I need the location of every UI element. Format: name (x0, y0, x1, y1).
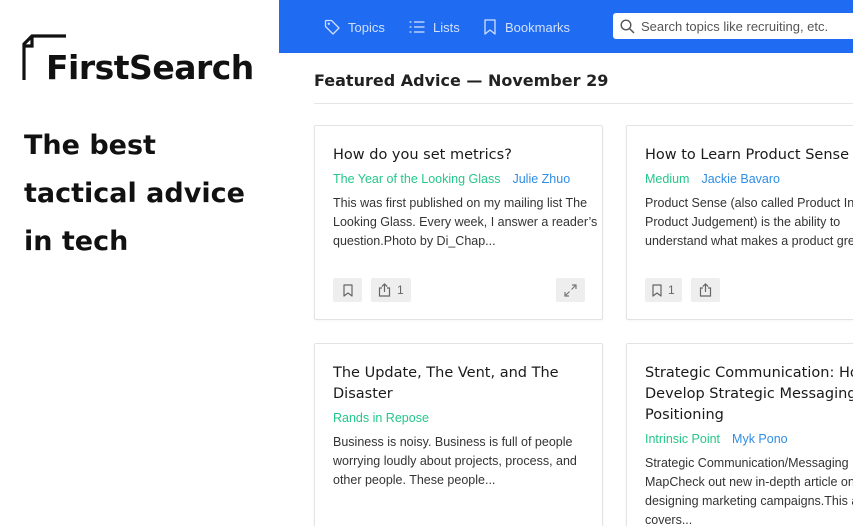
divider (314, 103, 853, 104)
bookmark-count: 1 (668, 283, 675, 297)
excerpt-line: understand what makes a product gre... (645, 234, 853, 248)
advice-card[interactable]: The Update, The Vent, and The Disaster R… (314, 343, 603, 526)
card-actions: 1 (333, 278, 420, 302)
excerpt-line: designing marketing campaigns.This ar (645, 494, 853, 508)
tagline-line: The best (24, 130, 156, 161)
card-title-line: Strategic Communication: How (645, 365, 853, 381)
search-icon (620, 18, 635, 34)
excerpt-line: other people. These people... (333, 473, 496, 487)
card-meta: The Year of the Looking Glass Julie Zhuo (333, 172, 602, 186)
card-title-line: Positioning (645, 407, 724, 423)
excerpt-line: MapCheck out new in-depth article on (645, 475, 853, 489)
excerpt-line: Strategic Communication/Messaging (645, 456, 849, 470)
tagline: The best tactical advice in tech (24, 122, 264, 266)
expand-button[interactable] (556, 278, 585, 302)
card-actions: 1 (645, 278, 729, 302)
excerpt-line: Product Sense (also called Product Intu (645, 196, 853, 210)
nav-bookmarks-label: Bookmarks (505, 19, 571, 35)
tagline-line: in tech (24, 226, 129, 257)
card-meta: Intrinsic Point Myk Pono (645, 432, 853, 446)
nav-bookmarks[interactable]: Bookmarks (483, 17, 570, 37)
excerpt-line: This was first published on my mailing l… (333, 196, 588, 210)
advice-card[interactable]: How do you set metrics? The Year of the … (314, 125, 603, 320)
search-box[interactable] (613, 13, 853, 39)
card-source-link[interactable]: The Year of the Looking Glass (333, 172, 500, 186)
bookmark-icon (652, 283, 662, 297)
excerpt-line: Looking Glass. Every week, I answer a re… (333, 215, 598, 229)
tag-icon (324, 19, 340, 35)
bookmark-icon (342, 283, 353, 297)
card-title[interactable]: Strategic Communication: How Develop Str… (645, 363, 853, 426)
share-count: 1 (397, 283, 404, 297)
excerpt-line: Product Judgement) is the ability to (645, 215, 841, 229)
card-meta: Medium Jackie Bavaro (645, 172, 853, 186)
card-excerpt: Strategic Communication/Messaging MapChe… (645, 454, 853, 526)
bookmark-icon (484, 19, 496, 35)
nav-lists-label: Lists (433, 19, 460, 35)
nav-topics-label: Topics (348, 19, 385, 35)
excerpt-line: worrying loudly about projects, process,… (333, 454, 577, 468)
excerpt-line: covers... (645, 513, 693, 526)
card-title-line: The Update, The Vent, and The (333, 365, 559, 381)
list-icon (409, 21, 425, 33)
card-meta: Rands in Repose (333, 411, 602, 425)
card-author-link[interactable]: Julie Zhuo (512, 172, 570, 186)
card-author-link[interactable]: Jackie Bavaro (701, 172, 780, 186)
nav-lists[interactable]: Lists (409, 17, 460, 37)
card-excerpt: Product Sense (also called Product Intu … (645, 194, 853, 251)
expand-icon (564, 283, 577, 297)
card-title[interactable]: How to Learn Product Sense (645, 145, 853, 166)
top-navbar: Topics Lists Bookmarks (279, 0, 853, 53)
share-icon (699, 283, 711, 297)
card-title[interactable]: The Update, The Vent, and The Disaster (333, 363, 602, 405)
excerpt-line: Business is noisy. Business is full of p… (333, 435, 573, 449)
search-input[interactable] (641, 18, 853, 34)
advice-card[interactable]: Strategic Communication: How Develop Str… (626, 343, 853, 526)
advice-card[interactable]: How to Learn Product Sense Medium Jackie … (626, 125, 853, 320)
brand-panel: FirstSearch The best tactical advice in … (0, 0, 279, 526)
bookmark-button[interactable] (333, 278, 362, 302)
tagline-line: tactical advice (24, 178, 245, 209)
share-button[interactable] (690, 278, 720, 302)
bookmark-button[interactable]: 1 (645, 278, 682, 302)
excerpt-line: question.Photo by Di_Chap... (333, 234, 496, 248)
card-source-link[interactable]: Rands in Repose (333, 411, 429, 425)
card-title-line: Disaster (333, 386, 393, 402)
card-title[interactable]: How do you set metrics? (333, 145, 602, 166)
brand-name: FirstSearch (46, 48, 254, 87)
page-title: Featured Advice — November 29 (314, 71, 609, 90)
card-source-link[interactable]: Intrinsic Point (645, 432, 720, 446)
card-title-line: Develop Strategic Messaging & (645, 386, 853, 402)
card-excerpt: Business is noisy. Business is full of p… (333, 433, 602, 490)
card-title-line: How do you set metrics? (333, 147, 512, 163)
share-button[interactable]: 1 (371, 278, 411, 302)
card-source-link[interactable]: Medium (645, 172, 689, 186)
card-excerpt: This was first published on my mailing l… (333, 194, 602, 251)
card-title-line: How to Learn Product Sense (645, 147, 849, 163)
card-author-link[interactable]: Myk Pono (732, 432, 788, 446)
nav-topics[interactable]: Topics (324, 17, 385, 37)
share-icon (378, 283, 391, 297)
